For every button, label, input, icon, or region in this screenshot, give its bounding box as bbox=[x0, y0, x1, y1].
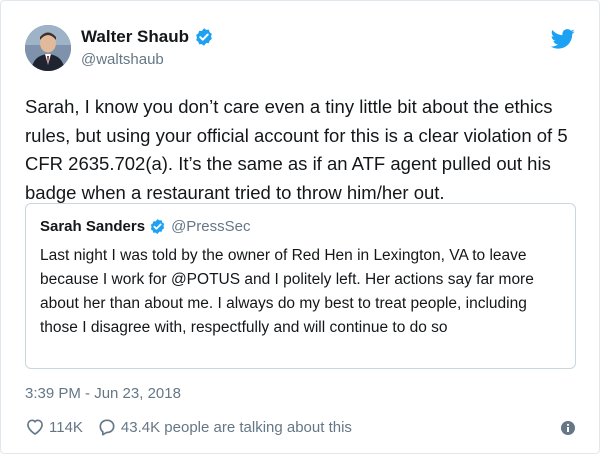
avatar-image bbox=[25, 25, 71, 71]
verified-badge-icon bbox=[150, 218, 165, 234]
avatar[interactable] bbox=[25, 25, 71, 71]
tweet-actions: 114K 43.4K people are talking about this bbox=[25, 417, 352, 437]
author-name[interactable]: Walter Shaub bbox=[81, 27, 189, 47]
tweet-timestamp[interactable]: 3:39 PM - Jun 23, 2018 bbox=[25, 385, 181, 402]
like-action[interactable]: 114K bbox=[25, 417, 83, 437]
reply-action[interactable]: 43.4K people are talking about this bbox=[97, 417, 352, 437]
talking-count: 43.4K people are talking about this bbox=[120, 418, 352, 436]
quoted-author-handle: @PressSec bbox=[171, 217, 251, 235]
quoted-tweet-text: Last night I was told by the owner of Re… bbox=[40, 247, 534, 336]
quoted-tweet[interactable]: Sarah Sanders @PressSec Last night I was… bbox=[25, 203, 576, 369]
verified-badge-icon bbox=[196, 28, 212, 46]
tweet-card: Walter Shaub @waltshaub Sarah, I know yo… bbox=[0, 0, 600, 454]
twitter-bird-icon[interactable] bbox=[551, 29, 575, 49]
tweet-text: Sarah, I know you don’t care even a tiny… bbox=[25, 96, 568, 203]
speech-bubble-icon bbox=[99, 419, 115, 436]
author-handle[interactable]: @waltshaub bbox=[81, 51, 164, 68]
like-count: 114K bbox=[49, 418, 83, 436]
quoted-author-name: Sarah Sanders bbox=[40, 217, 146, 235]
heart-icon bbox=[27, 419, 43, 435]
info-icon[interactable] bbox=[561, 421, 575, 435]
